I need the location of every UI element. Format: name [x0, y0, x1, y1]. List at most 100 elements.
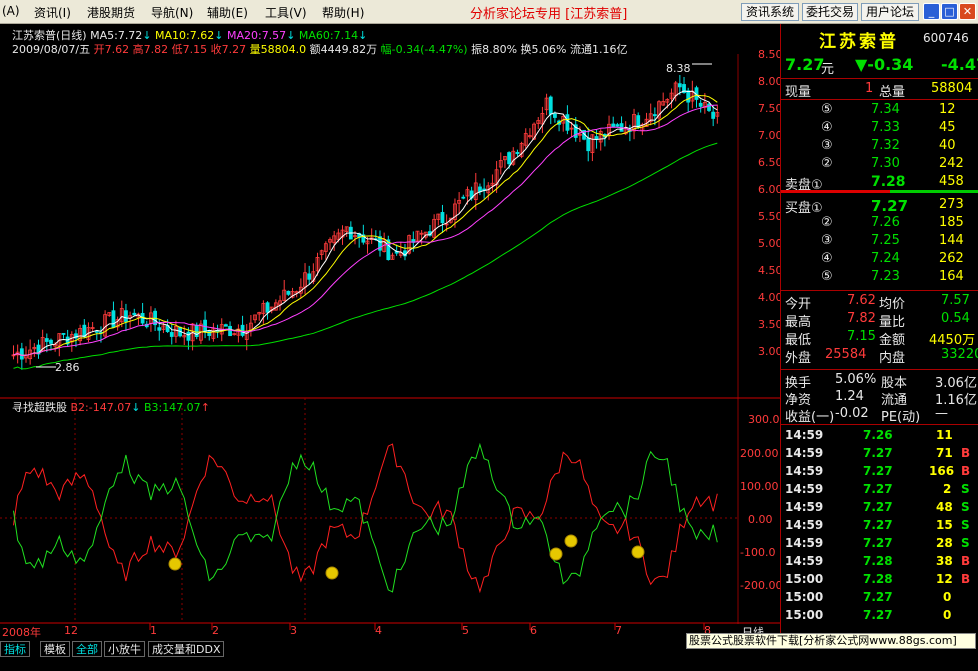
quote-price: 7.27 — [785, 55, 825, 74]
menu-item-hk-futures[interactable]: 港股期货 — [87, 4, 135, 21]
tab-all[interactable]: 全部 — [72, 641, 102, 657]
candle-body — [94, 330, 99, 333]
stat-value: 33220 — [941, 347, 978, 362]
tick-vol: 166 — [929, 464, 955, 478]
sell-level-label: ⑤ — [821, 102, 833, 117]
quote-panel: 江苏索普 600746 7.27 元 ▼-0.34 -4.47 现量 1 总量 … — [780, 24, 978, 641]
chart-area[interactable]: 江苏索普(日线) MA5:7.72↓ MA10:7.62↓ MA20:7.57↓… — [0, 24, 783, 641]
buy-level-vol: 164 — [939, 269, 964, 284]
now-vol-label: 现量 — [785, 85, 812, 100]
buy-level-price: 7.27 — [871, 197, 909, 215]
candle-body — [286, 290, 291, 295]
buy-level-label: ⑤ — [821, 269, 833, 284]
indicator-name[interactable]: 寻找超跌股 — [12, 401, 67, 414]
y-tick: 8.00 — [758, 75, 783, 88]
y-tick: 3.00 — [758, 345, 783, 358]
y-tick: 7.50 — [758, 102, 783, 115]
y-tick: 7.00 — [758, 129, 783, 142]
footer-ad-link[interactable]: 股票公式股票软件下载[分析家公式网www.88gs.com] — [686, 633, 976, 649]
candle-body — [19, 348, 24, 360]
quote-price-unit: 元 — [821, 62, 835, 77]
candle-body — [652, 114, 657, 117]
maximize-icon[interactable]: □ — [941, 3, 958, 20]
candle-body — [307, 273, 312, 280]
candle-body — [515, 151, 520, 155]
stat2-value: -0.02 — [835, 406, 869, 421]
info-close: 收7.27 — [210, 43, 247, 56]
quote-change-pct: -4.47 — [941, 55, 978, 74]
high-marker: 8.38 — [666, 62, 691, 75]
menu-item-info[interactable]: 资讯(I) — [34, 4, 71, 21]
indicator-b3: B3:147.07 — [143, 401, 201, 414]
menu-bar: (A) 资讯(I) 港股期货 导航(N) 辅助(E) 工具(V) 帮助(H) 分… — [0, 0, 978, 24]
menu-item-a[interactable]: (A) — [2, 4, 20, 18]
buy-level-price: 7.25 — [871, 233, 900, 248]
tick-time: 14:59 — [785, 518, 824, 532]
stat-value: 7.15 — [847, 329, 876, 344]
forum-button[interactable]: 用户论坛 — [861, 3, 919, 21]
kline-chart[interactable] — [0, 24, 780, 641]
tab-volume-ddx[interactable]: 成交量和DDX — [148, 641, 225, 657]
tick-vol: 71 — [936, 446, 953, 460]
candle-body — [61, 333, 66, 335]
candle-body — [461, 196, 466, 199]
candle-body — [611, 123, 616, 127]
tick-time: 14:59 — [785, 446, 824, 460]
menu-item-navigate[interactable]: 导航(N) — [151, 4, 193, 21]
trade-button[interactable]: 委托交易 — [802, 3, 858, 21]
total-vol: 58804 — [931, 81, 973, 96]
y-tick: 3.50 — [758, 318, 783, 331]
tick-price: 7.27 — [863, 464, 893, 478]
info-turnover: 换5.06% — [520, 43, 567, 56]
info-change: 幅-0.34(-4.47%) — [380, 43, 468, 56]
indicator-b2: B2:-147.07 — [70, 401, 132, 414]
tick-vol: 28 — [936, 536, 953, 550]
sell-level-price: 7.30 — [871, 156, 900, 171]
tab-template[interactable]: 模板 — [40, 641, 70, 657]
quote-name: 江苏索普 — [819, 32, 899, 52]
buy-level-vol: 185 — [939, 215, 964, 230]
menu-item-tools[interactable]: 工具(V) — [265, 4, 307, 21]
tick-time: 14:59 — [785, 554, 824, 568]
candle-body — [132, 312, 137, 316]
tick-price: 7.28 — [863, 554, 893, 568]
x-month: 12 — [64, 624, 78, 637]
smiley-signal-icon — [325, 566, 339, 580]
ma20-line — [13, 104, 718, 356]
stat2-value: — — [935, 406, 948, 421]
quote-code: 600746 — [923, 31, 969, 45]
stat2-value: 5.06% — [835, 372, 877, 387]
menu-item-help[interactable]: 帮助(H) — [322, 4, 364, 21]
candle-body — [615, 124, 620, 127]
sell-level-vol: 40 — [939, 138, 956, 153]
tick-price: 7.27 — [863, 608, 893, 622]
candle-body — [49, 339, 53, 344]
sell-level-vol: 242 — [939, 156, 964, 171]
stat2-label: PE(动) — [881, 410, 921, 425]
tick-vol: 15 — [936, 518, 953, 532]
candle-body — [157, 327, 162, 331]
buy-level-price: 7.24 — [871, 251, 900, 266]
tick-vol: 0 — [943, 590, 952, 604]
ind-y-tick: 200.00 — [740, 447, 779, 460]
news-system-button[interactable]: 资讯系统 — [741, 3, 799, 21]
close-icon[interactable]: ✕ — [959, 3, 976, 20]
menu-item-assist[interactable]: 辅助(E) — [207, 4, 248, 21]
tick-time: 14:59 — [785, 500, 824, 514]
y-tick: 5.00 — [758, 237, 783, 250]
info-date: 2009/08/07/五 — [12, 43, 91, 56]
x-month: 5 — [462, 624, 469, 637]
tick-side: B — [961, 572, 971, 586]
candle-body — [707, 103, 711, 111]
tab-indicator[interactable]: 指标 — [0, 641, 30, 657]
stat-value: 25584 — [825, 347, 867, 362]
x-month: 6 — [530, 624, 537, 637]
info-float: 流通1.16亿 — [569, 43, 628, 56]
ind-y-tick: -200.00 — [740, 579, 783, 592]
sell-level-label: ④ — [821, 120, 833, 135]
minimize-icon[interactable]: _ — [923, 3, 940, 20]
candle-body — [478, 186, 482, 193]
tab-xiaofangniu[interactable]: 小放牛 — [104, 641, 145, 657]
candle-body — [228, 325, 232, 337]
info-amount: 额4449.82万 — [309, 43, 378, 56]
